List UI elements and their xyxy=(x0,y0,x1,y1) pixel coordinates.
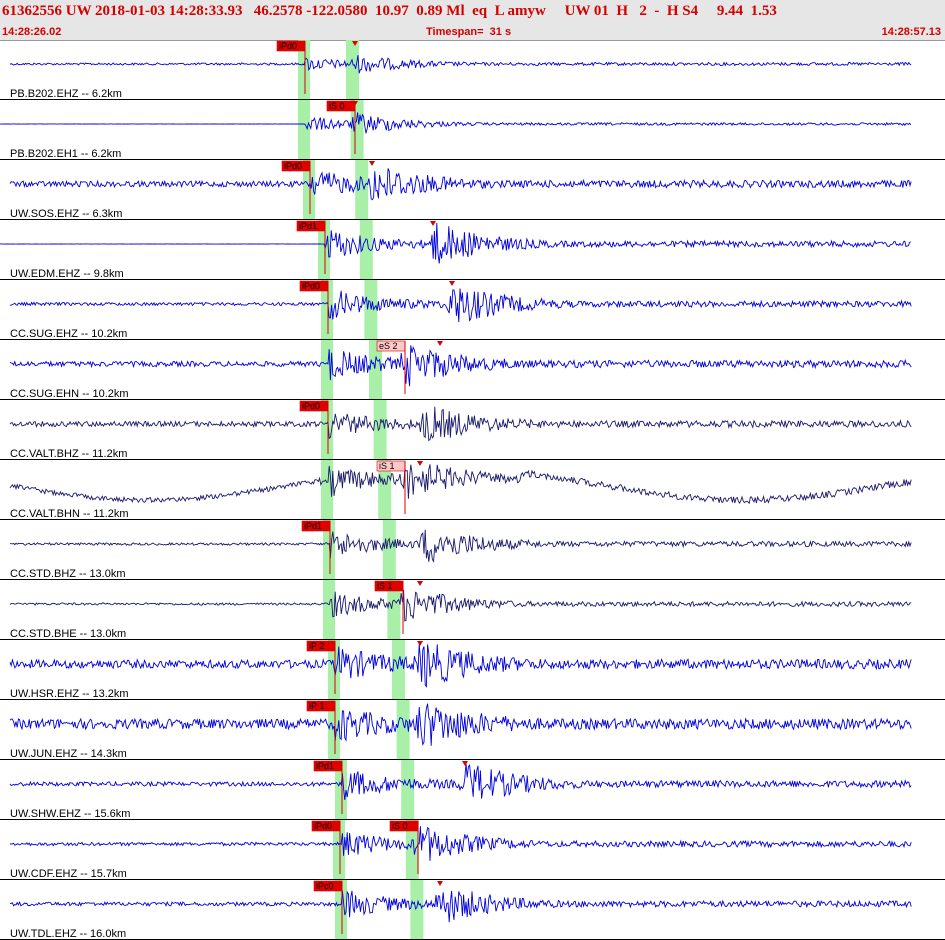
arrival-marker xyxy=(369,161,375,166)
trace-row: iPd0 PB.B202.EHZ -- 6.2km xyxy=(0,40,945,100)
station-label: CC.SUG.EHN -- 10.2km xyxy=(10,388,129,400)
pick-label: iPd1 xyxy=(299,221,317,231)
pick-label: iPc0 xyxy=(316,881,334,891)
station-label: CC.VALT.BHZ -- 11.2km xyxy=(10,448,127,460)
station-label: UW.SOS.EHZ -- 6.3km xyxy=(10,208,122,220)
pick-label: eS 2 xyxy=(379,341,398,351)
trace-row: iPd0 UW.SOS.EHZ -- 6.3km xyxy=(0,160,945,220)
waveform xyxy=(9,345,912,387)
event-header: 61362556 UW 2018-01-03 14:28:33.93 46.25… xyxy=(0,0,945,41)
trace-row: iS 0 PB.B202.EH1 -- 6.2km xyxy=(0,100,945,160)
pick-label: iP 1 xyxy=(309,701,324,711)
arrival-marker xyxy=(417,641,423,646)
arrival-marker xyxy=(449,281,455,286)
trace-row: iPd0 iS 0 UW.CDF.EHZ -- 15.7km xyxy=(0,820,945,880)
pick-label: iPd0 xyxy=(302,281,320,291)
s-window xyxy=(373,400,387,460)
pick-label: iP 2 xyxy=(309,641,324,651)
trace-row: iPd1 UW.SHW.EHZ -- 15.6km xyxy=(0,760,945,820)
end-time: 14:28:57.13 xyxy=(881,26,941,38)
s-window xyxy=(396,700,410,760)
waveform xyxy=(9,703,912,747)
waveform xyxy=(9,826,912,861)
s-window xyxy=(346,40,359,100)
waveform xyxy=(9,890,912,923)
pick-label: iPd0 xyxy=(314,821,332,831)
arrival-marker xyxy=(430,221,436,226)
pick-label: iS 1 xyxy=(379,461,395,471)
waveform xyxy=(9,763,912,800)
waveform xyxy=(9,464,912,505)
waveform xyxy=(9,589,912,622)
waveform xyxy=(0,222,912,264)
s-window xyxy=(382,520,396,580)
timespan-label: Timespan= 31 s xyxy=(426,26,512,38)
pick-label: iS 0 xyxy=(392,821,408,831)
waveform xyxy=(9,644,912,688)
arrival-marker xyxy=(417,581,423,586)
trace-row: iS 1 CC.VALT.BHN -- 11.2km xyxy=(0,460,945,520)
waveform xyxy=(0,112,912,134)
trace-row: iPc0 UW.TDL.EHZ -- 16.0km xyxy=(0,880,945,940)
station-label: CC.SUG.EHZ -- 10.2km xyxy=(10,328,127,340)
trace-row: iS 1 CC.STD.BHE -- 13.0km xyxy=(0,580,945,640)
p-window xyxy=(298,100,310,160)
pick-label: iPd1 xyxy=(304,521,322,531)
s-window xyxy=(364,280,378,340)
s-window xyxy=(392,640,405,700)
trace-row: iPd1 CC.STD.BHZ -- 13.0km xyxy=(0,520,945,580)
event-summary: 61362556 UW 2018-01-03 14:28:33.93 46.25… xyxy=(2,3,777,19)
station-label: PB.B202.EHZ -- 6.2km xyxy=(10,88,122,100)
waveform xyxy=(9,288,912,323)
station-label: UW.TDL.EHZ -- 16.0km xyxy=(10,928,126,940)
arrival-marker xyxy=(417,461,423,466)
arrival-marker xyxy=(437,341,443,346)
p-window xyxy=(323,580,335,640)
pick-label: iS 0 xyxy=(329,101,345,111)
arrival-marker xyxy=(437,881,443,886)
station-label: UW.CDF.EHZ -- 15.7km xyxy=(10,868,127,880)
station-label: CC.STD.BHE -- 13.0km xyxy=(10,628,126,640)
pick-label: iPd1 xyxy=(316,761,334,771)
station-label: PB.B202.EH1 -- 6.2km xyxy=(10,148,121,160)
s-window xyxy=(401,760,415,820)
waveform xyxy=(9,55,912,74)
pick-label: iS 1 xyxy=(377,581,393,591)
pick-label: iPd0 xyxy=(279,41,297,51)
trace-row: iP 1 UW.JUN.EHZ -- 14.3km xyxy=(0,700,945,760)
pick-label: iPd0 xyxy=(302,401,320,411)
station-label: UW.EDM.EHZ -- 9.8km xyxy=(10,268,124,280)
trace-row: iPd0 CC.SUG.EHZ -- 10.2km xyxy=(0,280,945,340)
s-window xyxy=(355,160,369,220)
station-label: UW.HSR.EHZ -- 13.2km xyxy=(10,688,129,700)
trace-row: iP 2 UW.HSR.EHZ -- 13.2km xyxy=(0,640,945,700)
trace-row: iPd0 CC.VALT.BHZ -- 11.2km xyxy=(0,400,945,460)
station-label: UW.SHW.EHZ -- 15.6km xyxy=(10,808,130,820)
start-time: 14:28:26.02 xyxy=(2,26,62,38)
trace-row: iPd1 UW.EDM.EHZ -- 9.8km xyxy=(0,220,945,280)
station-label: CC.VALT.BHN -- 11.2km xyxy=(10,508,129,520)
waveform xyxy=(9,406,912,442)
s-window xyxy=(410,880,424,940)
waveform xyxy=(9,168,912,201)
seismogram-panel: iPd0 PB.B202.EHZ -- 6.2km iS 0 PB.B202.EH1 … xyxy=(0,40,945,940)
arrival-marker xyxy=(462,761,468,766)
pick-label: iPd0 xyxy=(284,161,302,171)
waveform xyxy=(9,529,912,563)
station-label: CC.STD.BHZ -- 13.0km xyxy=(10,568,126,580)
trace-row: eS 2 CC.SUG.EHN -- 10.2km xyxy=(0,340,945,400)
station-label: UW.JUN.EHZ -- 14.3km xyxy=(10,748,127,760)
